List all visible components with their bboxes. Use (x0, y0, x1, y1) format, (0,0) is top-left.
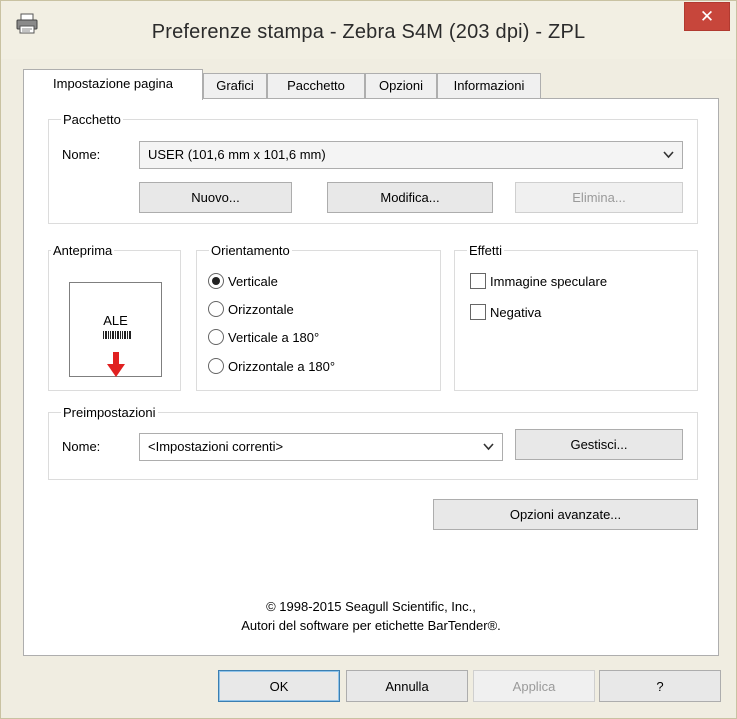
delete-stock-button[interactable]: Elimina... (515, 182, 683, 213)
manage-presets-button[interactable]: Gestisci... (515, 429, 683, 460)
radio-button[interactable] (208, 358, 224, 374)
tab-stock[interactable]: Pacchetto (267, 73, 365, 99)
copyright-line-2: Autori del software per etichette BarTen… (241, 618, 501, 633)
copyright-line-1: © 1998-2015 Seagull Scientific, Inc., (266, 599, 476, 614)
edit-stock-button[interactable]: Modifica... (327, 182, 493, 213)
cancel-button[interactable]: Annulla (346, 670, 468, 702)
checkbox[interactable] (470, 273, 486, 289)
stock-name-value: USER (101,6 mm x 101,6 mm) (148, 147, 326, 162)
new-stock-button[interactable]: Nuovo... (139, 182, 292, 213)
tab-about[interactable]: Informazioni (437, 73, 541, 99)
tab-page-setup[interactable]: Impostazione pagina (23, 69, 203, 100)
page-setup-panel: Pacchetto Nome: USER (101,6 mm x 101,6 m… (23, 98, 719, 656)
advanced-options-button[interactable]: Opzioni avanzate... (433, 499, 698, 530)
chevron-down-icon (483, 434, 494, 470)
stock-name-select[interactable]: USER (101,6 mm x 101,6 mm) (139, 141, 683, 169)
radio-button[interactable] (208, 301, 224, 317)
tab-graphics[interactable]: Grafici (203, 73, 267, 99)
stock-name-label: Nome: (62, 147, 101, 162)
printing-preferences-window: Preferenze stampa - Zebra S4M (203 dpi) … (0, 0, 737, 719)
close-button[interactable]: ✕ (684, 2, 730, 31)
radio-button[interactable] (208, 329, 224, 345)
preset-name-label: Nome: (62, 439, 101, 454)
radio-landscape-180[interactable]: Orizzontale a 180° (208, 358, 335, 374)
radio-button[interactable] (208, 273, 224, 289)
stock-legend: Pacchetto (63, 112, 121, 127)
checkbox[interactable] (470, 304, 486, 320)
radio-portrait-180[interactable]: Verticale a 180° (208, 329, 319, 345)
orientation-legend: Orientamento (211, 243, 290, 258)
close-icon: ✕ (699, 6, 715, 26)
copyright-notice: © 1998-2015 Seagull Scientific, Inc., Au… (24, 597, 718, 635)
window-title: Preferenze stampa - Zebra S4M (203 dpi) … (151, 21, 586, 43)
preview-group: Anteprima ALE (48, 243, 181, 391)
barcode-icon (103, 331, 131, 339)
radio-landscape[interactable]: Orizzontale (208, 301, 294, 317)
arrow-down-icon (107, 352, 125, 377)
preset-name-select[interactable]: <Impostazioni correnti> (139, 433, 503, 461)
negative-checkbox[interactable]: Negativa (470, 304, 541, 320)
ok-button[interactable]: OK (218, 670, 340, 702)
preset-name-value: <Impostazioni correnti> (148, 439, 284, 454)
help-button[interactable]: ? (599, 670, 721, 702)
apply-button[interactable]: Applica (473, 670, 595, 702)
mirror-image-checkbox[interactable]: Immagine speculare (470, 273, 607, 289)
radio-portrait[interactable]: Verticale (208, 273, 278, 289)
chevron-down-icon (663, 142, 674, 178)
title-bar: Preferenze stampa - Zebra S4M (203 dpi) … (1, 1, 736, 59)
tab-options[interactable]: Opzioni (365, 73, 437, 99)
preview-sample-text: ALE (103, 313, 128, 328)
presets-legend: Preimpostazioni (63, 405, 156, 420)
effects-legend: Effetti (469, 243, 503, 258)
preview-legend: Anteprima (53, 243, 113, 258)
label-preview: ALE (69, 282, 162, 377)
